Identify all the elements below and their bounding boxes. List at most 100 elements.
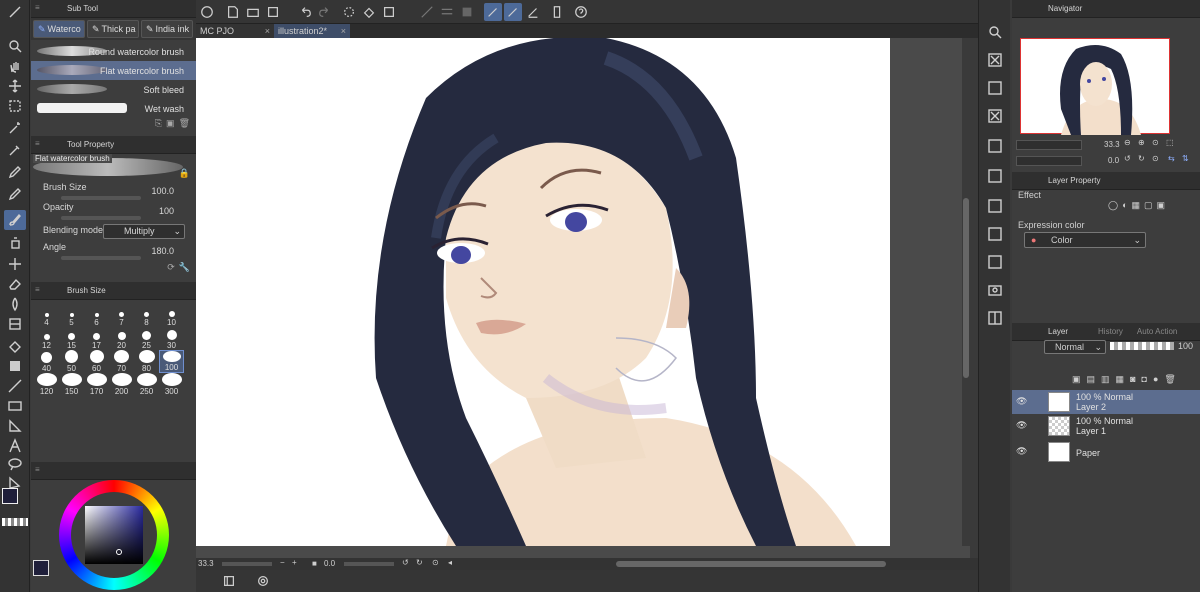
rotate-left-icon[interactable]: ↺	[1124, 154, 1131, 163]
copy-subtool-icon[interactable]: ▣	[166, 118, 175, 132]
sub-tool-settings-icon[interactable]: ⎘	[155, 118, 162, 132]
zoom-slider[interactable]	[222, 562, 272, 566]
zoom-out-icon[interactable]: −	[280, 558, 285, 567]
color-history-icon[interactable]	[985, 166, 1005, 186]
reset-rotate-icon[interactable]: ⊙	[432, 558, 439, 567]
rotate-left-icon[interactable]: ↺	[402, 558, 409, 567]
brush-size-option[interactable]: 80	[134, 350, 159, 373]
layer-opacity-value[interactable]: 100	[1178, 341, 1193, 351]
zoom-value[interactable]: 33.3	[198, 559, 214, 568]
brush-size-option[interactable]: 17	[84, 327, 109, 350]
tab-watercolor[interactable]: ✎ Waterco	[33, 20, 85, 38]
brush-size-option[interactable]: 100	[159, 350, 184, 373]
save-icon[interactable]	[264, 3, 282, 21]
snap-special-icon[interactable]	[458, 3, 476, 21]
frame-tool-icon[interactable]	[4, 396, 26, 416]
brush-size-option[interactable]: 4	[34, 304, 59, 327]
rotate-right-icon[interactable]: ↻	[1138, 154, 1145, 163]
smartphone-icon[interactable]	[548, 3, 566, 21]
navigator-angle-value[interactable]: 0.0	[1108, 156, 1119, 165]
tab-india-ink[interactable]: ✎ India ink	[141, 20, 193, 38]
brush-size-option[interactable]: 8	[134, 304, 159, 327]
navigator-zoom-value[interactable]: 33.3	[1104, 140, 1120, 149]
reset-icon[interactable]: ⟳	[167, 262, 175, 280]
brush-item[interactable]: Wet wash	[31, 99, 196, 118]
flip-icon[interactable]: ◂	[448, 558, 452, 567]
layer-row[interactable]: 👁 100 % Normal Layer 1	[1012, 414, 1200, 438]
brush-size-option[interactable]: 20	[109, 327, 134, 350]
blending-dropdown[interactable]: Multiply ⌄	[103, 224, 185, 239]
menu-icon[interactable]	[4, 2, 26, 22]
transparent-color-swatch[interactable]	[2, 518, 28, 526]
pen-pressure-icon[interactable]	[524, 3, 542, 21]
selection-tool-icon[interactable]	[4, 96, 26, 116]
gradient-fill-icon[interactable]	[4, 356, 26, 376]
brush-size-value[interactable]: 100.0	[151, 186, 174, 196]
eraser-tool-icon[interactable]	[4, 274, 26, 294]
stabilization-icon[interactable]	[484, 3, 502, 21]
timeline-icon[interactable]	[220, 572, 238, 590]
redo-icon[interactable]	[316, 3, 334, 21]
decoration-tool-icon[interactable]	[4, 254, 26, 274]
rotate-slider[interactable]	[344, 562, 394, 566]
brush-size-option[interactable]: 170	[84, 373, 109, 396]
delete-subtool-icon[interactable]: 🗑	[179, 118, 190, 132]
main-color-swatch[interactable]	[2, 488, 18, 504]
pen-tool-icon[interactable]	[4, 162, 26, 182]
quick-access-icon[interactable]	[985, 252, 1005, 272]
brush-size-option[interactable]: 40	[34, 350, 59, 373]
brush-size-option[interactable]: 120	[34, 373, 59, 396]
new-folder-icon[interactable]: ▥	[1101, 374, 1110, 385]
blend-mode-dropdown[interactable]: Normal ⌄	[1044, 340, 1106, 354]
blending-row[interactable]: Blending mode Multiply ⌄	[31, 222, 196, 242]
eyedropper-icon[interactable]	[4, 140, 26, 160]
eye-icon[interactable]: 👁	[1016, 396, 1028, 408]
reference-icon[interactable]: ●	[1153, 374, 1158, 385]
brush-size-slider[interactable]	[61, 196, 141, 200]
navigator-toggle-icon[interactable]	[985, 22, 1005, 42]
color-wheel[interactable]	[59, 480, 169, 590]
brush-size-option[interactable]: 7	[109, 304, 134, 327]
animation-icon[interactable]	[254, 572, 272, 590]
border-effect-icon[interactable]: ◯	[1108, 200, 1118, 216]
rotate-value[interactable]: 0.0	[324, 559, 335, 568]
flip-horizontal-icon[interactable]: ⇆	[1168, 154, 1175, 163]
brush-size-row[interactable]: Brush Size 100.0	[31, 182, 196, 202]
navigator-rotate-slider[interactable]	[1016, 156, 1082, 166]
brush-item[interactable]: Round watercolor brush	[31, 42, 196, 61]
item-bank-icon[interactable]	[985, 224, 1005, 244]
intermediate-color-icon[interactable]	[985, 196, 1005, 216]
panel-menu-icon[interactable]: ≡	[35, 139, 40, 148]
new-vector-layer-icon[interactable]: ▤	[1087, 374, 1096, 385]
brush-size-option[interactable]: 70	[109, 350, 134, 373]
color-set-icon[interactable]	[985, 136, 1005, 156]
brush-size-option[interactable]: 5	[59, 304, 84, 327]
ruler-tool-icon[interactable]	[4, 416, 26, 436]
new-raster-layer-icon[interactable]: ▣	[1072, 374, 1081, 385]
brush-size-option[interactable]: 30	[159, 327, 184, 350]
extract-line-icon[interactable]: ◐	[1122, 200, 1127, 216]
transform-icon[interactable]	[380, 3, 398, 21]
magic-wand-icon[interactable]	[4, 118, 26, 138]
balloon-tool-icon[interactable]	[4, 454, 26, 474]
panel-menu-icon[interactable]: ≡	[35, 3, 40, 12]
wrench-icon[interactable]: 🔧	[179, 262, 190, 280]
brush-size-option[interactable]: 200	[109, 373, 134, 396]
angle-row[interactable]: Angle 180.0	[31, 242, 196, 262]
help-icon[interactable]	[572, 3, 590, 21]
brush-item[interactable]: Flat watercolor brush	[31, 61, 196, 80]
tab-auto-action[interactable]: Auto Action	[1137, 327, 1177, 336]
delete-layer-icon[interactable]: 🗑	[1164, 374, 1175, 385]
brush-size-option[interactable]: 12	[34, 327, 59, 350]
navigator-zoom-slider[interactable]	[1016, 140, 1082, 150]
merge-layer-icon[interactable]: ▦	[1116, 374, 1125, 385]
app-logo-icon[interactable]	[198, 3, 216, 21]
pencil-tool-icon[interactable]	[4, 184, 26, 204]
fullscreen-icon[interactable]: ⬚	[1166, 138, 1174, 147]
layer-row[interactable]: 👁 100 % Normal Layer 2	[1012, 390, 1200, 414]
brush-size-option[interactable]: 6	[84, 304, 109, 327]
opacity-slider[interactable]	[61, 216, 141, 220]
rotate-right-icon[interactable]: ↻	[416, 558, 423, 567]
panel-menu-icon[interactable]: ≡	[35, 465, 40, 474]
airbrush-tool-icon[interactable]	[4, 232, 26, 252]
